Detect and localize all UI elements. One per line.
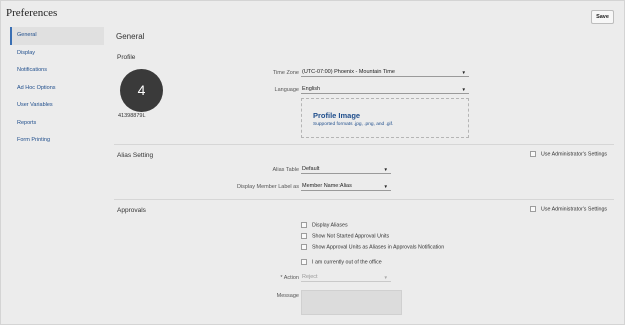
out-of-office-label: I am currently out of the office <box>312 259 382 266</box>
alias-admin-settings-label: Use Administrator's Settings <box>541 151 608 158</box>
out-of-office-checkbox[interactable] <box>301 259 307 265</box>
profile-image-dropzone[interactable]: Profile Image Supported formats .jpg, .p… <box>301 98 469 138</box>
profile-image-formats: Supported formats .jpg, .png, and .gif. <box>313 122 394 127</box>
alias-admin-settings-option[interactable]: Use Administrator's Settings <box>530 151 607 157</box>
sidebar-item-ad-hoc-options[interactable]: Ad Hoc Options <box>10 80 104 98</box>
sidebar-item-display[interactable]: Display <box>10 45 104 63</box>
language-label: Language <box>274 87 299 93</box>
save-button[interactable]: Save <box>591 10 614 24</box>
timezone-select[interactable]: (UTC-07:00) Phoenix - Mountain Time ▼ <box>301 68 469 77</box>
language-value: English <box>302 86 321 92</box>
required-marker: * <box>280 275 283 281</box>
avatar: 4 <box>120 69 163 112</box>
action-select[interactable]: Reject ▼ <box>301 273 391 282</box>
action-label: Action <box>283 275 299 281</box>
divider <box>114 144 614 145</box>
action-value: Reject <box>302 274 318 280</box>
message-label: Message <box>276 293 299 299</box>
preferences-window: Preferences Save General Display Notific… <box>0 0 625 325</box>
display-aliases-checkbox[interactable] <box>301 222 307 228</box>
display-member-label: Display Member Label as <box>236 184 299 190</box>
approvals-title: Approvals <box>117 207 146 214</box>
language-select[interactable]: English ▼ <box>301 85 469 94</box>
message-textarea[interactable] <box>301 290 402 315</box>
display-member-select[interactable]: Member Name:Alias ▼ <box>301 182 391 191</box>
general-title: General <box>116 32 145 41</box>
show-as-aliases-label: Show Approval Units as Aliases in Approv… <box>312 244 445 251</box>
alias-table-select[interactable]: Default ▼ <box>301 165 391 174</box>
sidebar-item-user-variables[interactable]: User Variables <box>10 97 104 115</box>
chevron-down-icon: ▼ <box>383 167 388 172</box>
sidebar-item-notifications[interactable]: Notifications <box>10 62 104 80</box>
show-not-started-option[interactable]: Show Not Started Approval Units <box>301 233 389 239</box>
display-aliases-label: Display Aliases <box>312 222 348 229</box>
chevron-down-icon: ▼ <box>383 275 388 280</box>
profile-image-title: Profile Image <box>313 111 361 120</box>
show-not-started-checkbox[interactable] <box>301 233 307 239</box>
sidebar: General Display Notifications Ad Hoc Opt… <box>10 27 104 150</box>
user-id: 41398879L <box>118 113 146 119</box>
general-panel: General Profile 4 41398879L Time Zone (U… <box>108 27 619 321</box>
show-not-started-label: Show Not Started Approval Units <box>312 233 390 240</box>
chevron-down-icon: ▼ <box>383 184 388 189</box>
show-as-aliases-option[interactable]: Show Approval Units as Aliases in Approv… <box>301 244 444 250</box>
action-label-group: * Action <box>248 275 299 281</box>
sidebar-item-reports[interactable]: Reports <box>10 115 104 133</box>
alias-admin-settings-checkbox[interactable] <box>530 151 536 157</box>
page-title: Preferences <box>6 7 58 19</box>
chevron-down-icon: ▼ <box>461 87 466 92</box>
approvals-admin-settings-label: Use Administrator's Settings <box>541 206 608 213</box>
chevron-down-icon: ▼ <box>461 70 466 75</box>
display-aliases-option[interactable]: Display Aliases <box>301 222 348 228</box>
timezone-value: (UTC-07:00) Phoenix - Mountain Time <box>302 69 395 75</box>
timezone-label: Time Zone <box>272 70 299 76</box>
display-member-value: Member Name:Alias <box>302 183 352 189</box>
profile-title: Profile <box>117 54 136 61</box>
alias-table-label: Alias Table <box>272 167 300 173</box>
sidebar-item-form-printing[interactable]: Form Printing <box>10 132 104 150</box>
out-of-office-option[interactable]: I am currently out of the office <box>301 259 382 265</box>
approvals-admin-settings-option[interactable]: Use Administrator's Settings <box>530 206 607 212</box>
divider <box>114 199 614 200</box>
show-as-aliases-checkbox[interactable] <box>301 244 307 250</box>
sidebar-item-general[interactable]: General <box>10 27 104 45</box>
alias-setting-title: Alias Setting <box>117 152 154 159</box>
alias-table-value: Default <box>302 166 320 172</box>
approvals-admin-settings-checkbox[interactable] <box>530 206 536 212</box>
